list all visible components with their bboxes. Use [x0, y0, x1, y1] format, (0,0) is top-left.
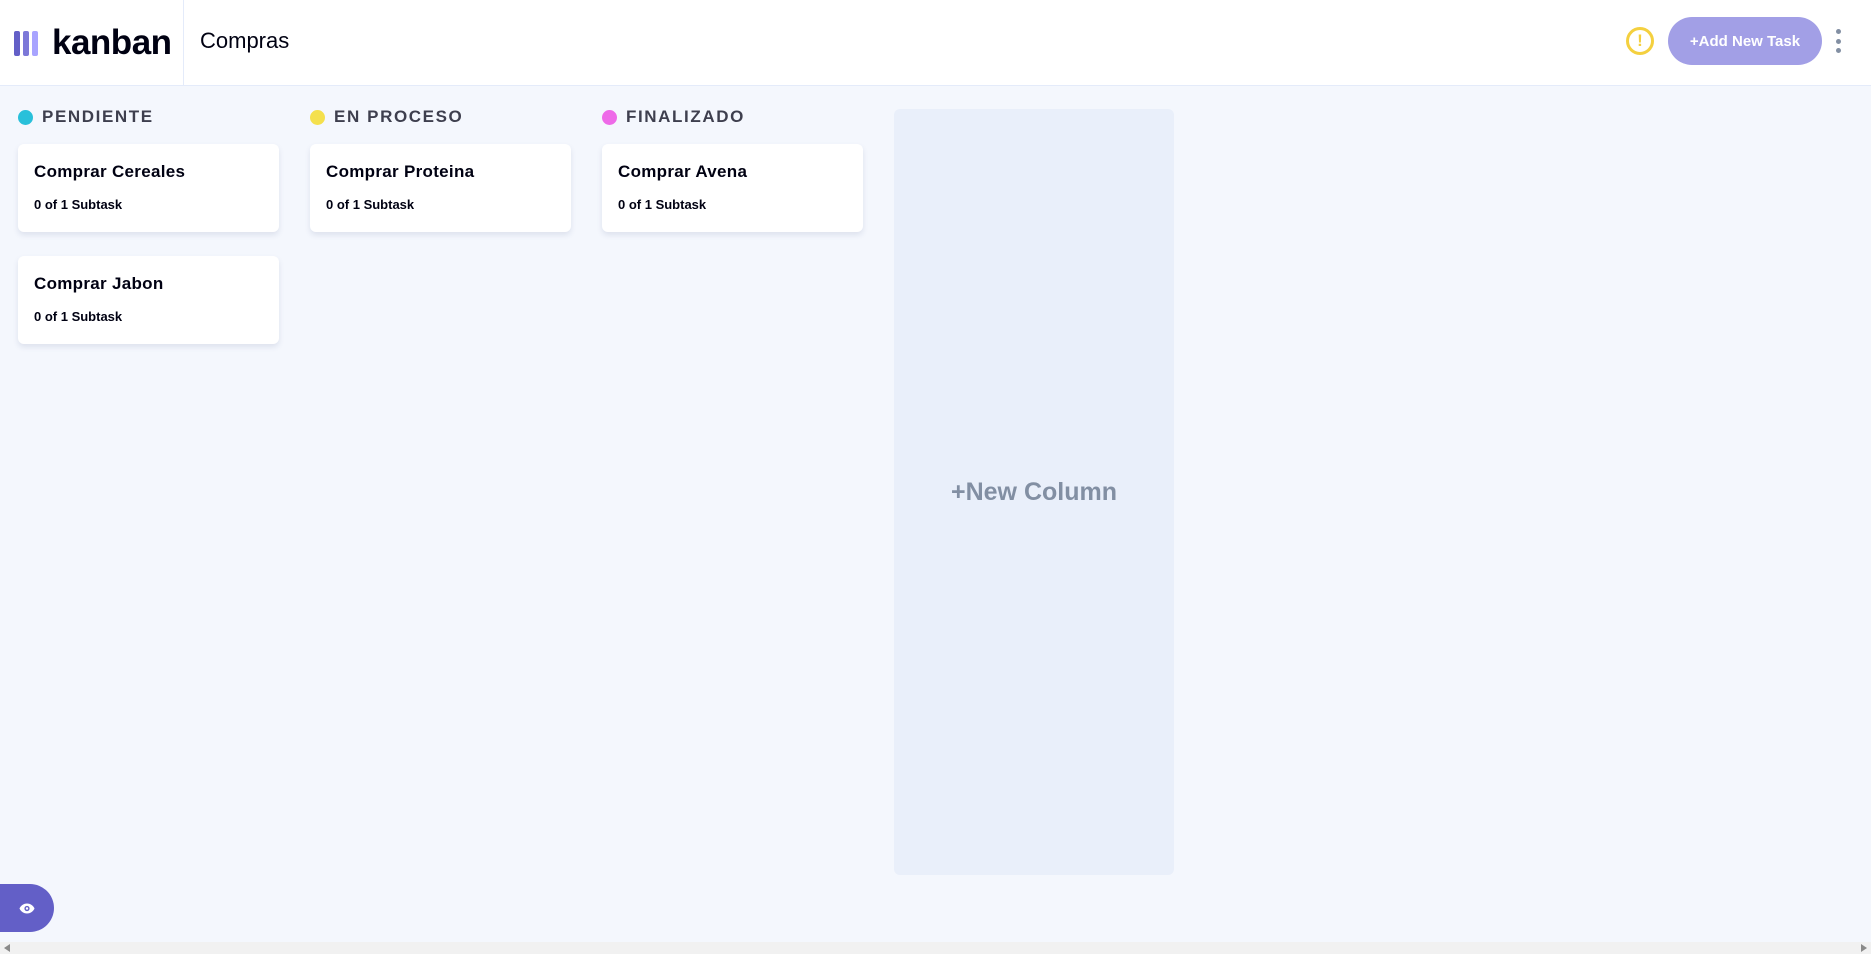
column-header: PENDIENTE [18, 105, 280, 129]
task-title: Comprar Proteina [326, 162, 475, 181]
column-dot-icon [18, 109, 33, 125]
task-subtasks: 0 of 1 Subtask [34, 309, 123, 324]
scroll-left-icon[interactable] [4, 944, 10, 952]
eye-icon [19, 903, 35, 913]
column-finalizado: FINALIZADO Comprar Avena 0 of 1 Subtask [602, 105, 864, 256]
column-header: EN PROCESO [310, 105, 572, 129]
task-subtasks: 0 of 1 Subtask [34, 197, 123, 212]
column-name: PENDIENTE [42, 107, 154, 126]
task-card[interactable]: Comprar Jabon 0 of 1 Subtask [18, 256, 279, 344]
column-en-proceso: EN PROCESO Comprar Proteina 0 of 1 Subta… [310, 105, 572, 256]
column-pendiente: PENDIENTE Comprar Cereales 0 of 1 Subtas… [18, 105, 280, 368]
app: kanban Compras ! +Add New Task PENDIENTE… [0, 0, 1871, 954]
new-column-label: +New Column [951, 477, 1117, 506]
board-title: Compras [200, 28, 290, 53]
new-column-button[interactable]: +New Column [894, 109, 1174, 875]
column-name: FINALIZADO [626, 107, 745, 126]
logo: kanban [0, 0, 184, 86]
scrollbar-thumb[interactable] [14, 944, 1857, 952]
task-subtasks: 0 of 1 Subtask [618, 197, 707, 212]
column-dot-icon [310, 109, 325, 125]
task-title: Comprar Jabon [34, 274, 164, 293]
column-header: FINALIZADO [602, 105, 864, 129]
task-card[interactable]: Comprar Proteina 0 of 1 Subtask [310, 144, 571, 232]
logo-bars-icon [14, 30, 38, 56]
vertical-ellipsis-icon[interactable] [1832, 29, 1844, 53]
task-card[interactable]: Comprar Cereales 0 of 1 Subtask [18, 144, 279, 232]
header: kanban Compras ! +Add New Task [0, 0, 1871, 86]
task-title: Comprar Cereales [34, 162, 186, 181]
column-dot-icon [602, 109, 617, 125]
logo-text: kanban [52, 23, 172, 62]
add-new-task-button[interactable]: +Add New Task [1668, 17, 1822, 65]
task-card[interactable]: Comprar Avena 0 of 1 Subtask [602, 144, 863, 232]
column-name: EN PROCESO [334, 107, 464, 126]
show-sidebar-button[interactable] [0, 884, 54, 932]
scroll-right-icon[interactable] [1861, 944, 1867, 952]
warning-icon[interactable]: ! [1626, 27, 1654, 55]
task-subtasks: 0 of 1 Subtask [326, 197, 415, 212]
task-title: Comprar Avena [618, 162, 748, 181]
horizontal-scrollbar[interactable] [0, 942, 1871, 954]
